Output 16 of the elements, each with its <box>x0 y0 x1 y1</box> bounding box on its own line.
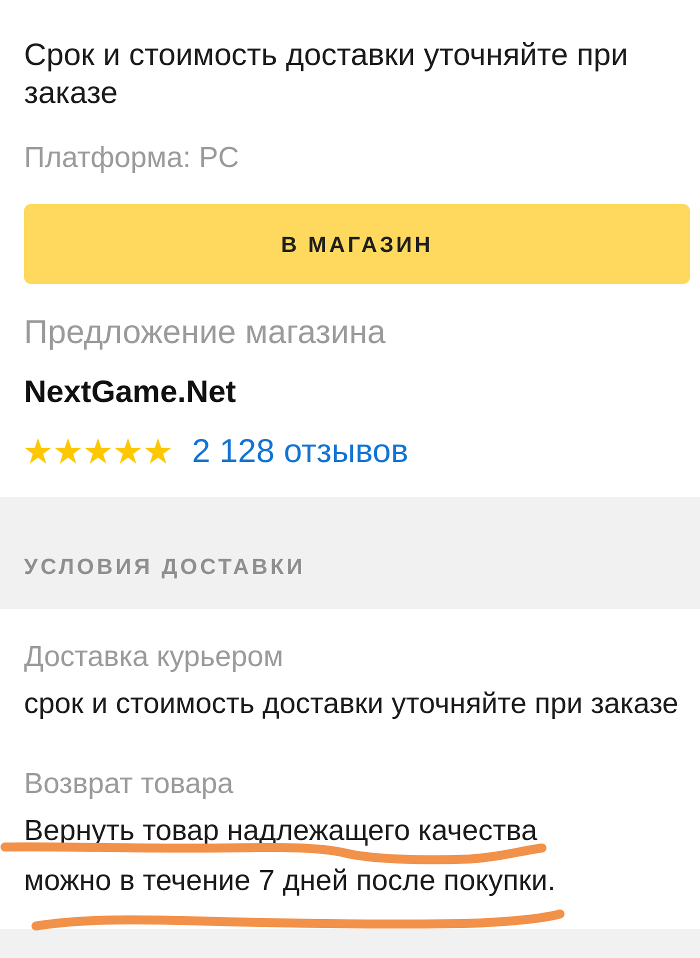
platform-label: Платформа: PC <box>24 141 240 176</box>
star-icon <box>24 438 52 464</box>
store-name: NextGame.Net <box>24 373 237 411</box>
delivery-option-text: Вернуть товар надлежащего качества можно в течение 7 дней после покупки. <box>24 806 690 906</box>
shop-button[interactable]: В МАГАЗИН <box>24 204 690 284</box>
delivery-option-label: Возврат товара <box>24 767 234 802</box>
star-icon <box>54 438 82 464</box>
section-heading: УСЛОВИЯ ДОСТАВКИ <box>24 553 306 581</box>
delivery-note: Срок и стоимость доставки уточняйте при заказе <box>24 36 630 112</box>
star-icon <box>84 438 112 464</box>
offer-label: Предложение магазина <box>24 313 387 351</box>
star-icon <box>114 438 142 464</box>
delivery-option-text: срок и стоимость доставки уточняйте при заказе <box>24 687 680 722</box>
star-icon <box>144 438 172 464</box>
reviews-link[interactable]: 2 128 отзывов <box>192 432 408 470</box>
delivery-option-label: Доставка курьером <box>24 640 284 675</box>
